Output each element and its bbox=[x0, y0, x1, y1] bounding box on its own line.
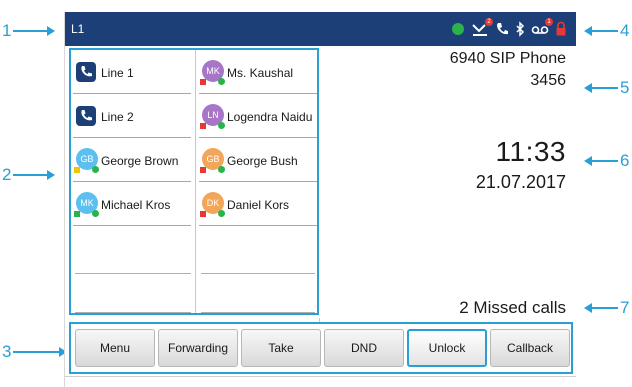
callout-number: 1 bbox=[2, 21, 12, 40]
empty-line-key bbox=[75, 312, 191, 313]
line-key-george-brown[interactable]: GB George Brown bbox=[73, 142, 191, 182]
presence-available-icon bbox=[451, 20, 465, 38]
callout-1: 1 bbox=[2, 21, 56, 40]
arrow-left-icon bbox=[584, 82, 618, 93]
callout-4: 4 bbox=[584, 22, 629, 39]
clock-date: 21.07.2017 bbox=[475, 172, 566, 192]
line-key-line-2[interactable]: Line 2 bbox=[73, 98, 191, 138]
line-key-daniel-kors[interactable]: DK Daniel Kors bbox=[199, 186, 317, 226]
presence-dot bbox=[92, 166, 99, 173]
presence-dot bbox=[218, 122, 225, 129]
presence-dot bbox=[218, 166, 225, 173]
status-bar: L1 2 1 bbox=[65, 12, 576, 46]
voicemail-icon[interactable]: 1 bbox=[531, 18, 553, 38]
line-key-label: Daniel Kors bbox=[227, 198, 290, 212]
line-key-george-bush[interactable]: GB George Bush bbox=[199, 142, 317, 182]
column-divider bbox=[195, 50, 196, 313]
missed-call-icon[interactable]: 2 bbox=[471, 18, 493, 38]
line-key-label: Ms. Kaushal bbox=[227, 66, 294, 80]
presence-indicator bbox=[200, 123, 206, 129]
callout-number: 3 bbox=[2, 342, 12, 361]
softkey-callback[interactable]: Callback bbox=[490, 329, 570, 367]
softkey-bar: Menu Forwarding Take DND Unlock Callback bbox=[69, 322, 573, 374]
line-key-ms-kaushal[interactable]: MK Ms. Kaushal bbox=[199, 54, 317, 94]
empty-line-key bbox=[201, 312, 315, 313]
arrow-left-icon bbox=[584, 155, 618, 166]
bluetooth-icon bbox=[515, 20, 525, 38]
arrow-right-icon bbox=[13, 169, 56, 180]
line-icon bbox=[76, 106, 96, 126]
callout-7: 7 bbox=[584, 299, 629, 316]
callout-number: 5 bbox=[620, 78, 630, 97]
line-key-label: George Brown bbox=[101, 154, 179, 168]
phone-model: 6940 SIP Phone bbox=[449, 50, 566, 67]
call-icon bbox=[495, 20, 509, 38]
softkey-take[interactable]: Take bbox=[241, 329, 321, 367]
line-key-logendra-naidu[interactable]: LN Logendra Naidu bbox=[199, 98, 317, 138]
line-icon bbox=[76, 62, 96, 82]
clock-time: 11:33 bbox=[495, 136, 566, 167]
arrow-right-icon bbox=[13, 25, 56, 36]
presence-indicator bbox=[200, 79, 206, 85]
callout-6: 6 bbox=[584, 152, 629, 169]
bottom-strip bbox=[65, 376, 576, 387]
presence-indicator bbox=[74, 211, 80, 217]
line-key-label: Logendra Naidu bbox=[227, 110, 313, 124]
arrow-left-icon bbox=[584, 25, 618, 36]
status-line-label: L1 bbox=[71, 22, 85, 36]
softkey-forwarding[interactable]: Forwarding bbox=[158, 329, 238, 367]
line-key-line-1[interactable]: Line 1 bbox=[73, 54, 191, 94]
presence-indicator bbox=[74, 167, 80, 173]
arrow-left-icon bbox=[584, 302, 618, 313]
presence-dot bbox=[92, 210, 99, 217]
line-key-label: Line 2 bbox=[101, 110, 134, 124]
callout-number: 7 bbox=[620, 298, 630, 317]
arrow-right-icon bbox=[13, 346, 68, 357]
empty-line-key bbox=[201, 273, 315, 274]
softkey-menu[interactable]: Menu bbox=[75, 329, 155, 367]
phone-screen: L1 2 1 Line 1 Line 2 GB George Brown MK … bbox=[64, 12, 576, 387]
softkey-dnd[interactable]: DND bbox=[324, 329, 404, 367]
missed-calls-notice[interactable]: 2 Missed calls bbox=[459, 298, 566, 318]
lock-icon bbox=[555, 20, 567, 38]
presence-indicator bbox=[200, 167, 206, 173]
line-key-label: Michael Kros bbox=[101, 198, 171, 212]
line-key-michael-kros[interactable]: MK Michael Kros bbox=[73, 186, 191, 226]
presence-indicator bbox=[200, 211, 206, 217]
empty-line-key bbox=[75, 273, 191, 274]
callout-3: 3 bbox=[2, 342, 68, 361]
line-keys-panel: Line 1 Line 2 GB George Brown MK Michael… bbox=[69, 48, 319, 315]
line-key-label: Line 1 bbox=[101, 66, 134, 80]
callout-number: 2 bbox=[2, 165, 12, 184]
callout-number: 6 bbox=[620, 151, 630, 170]
presence-dot bbox=[218, 78, 225, 85]
line-key-label: George Bush bbox=[227, 154, 298, 168]
phone-extension: 3456 bbox=[530, 72, 566, 89]
callout-2: 2 bbox=[2, 165, 56, 184]
presence-dot bbox=[218, 210, 225, 217]
callout-5: 5 bbox=[584, 79, 629, 96]
callout-number: 4 bbox=[620, 21, 630, 40]
softkey-unlock[interactable]: Unlock bbox=[407, 329, 487, 367]
status-icons: 2 1 bbox=[451, 18, 567, 39]
